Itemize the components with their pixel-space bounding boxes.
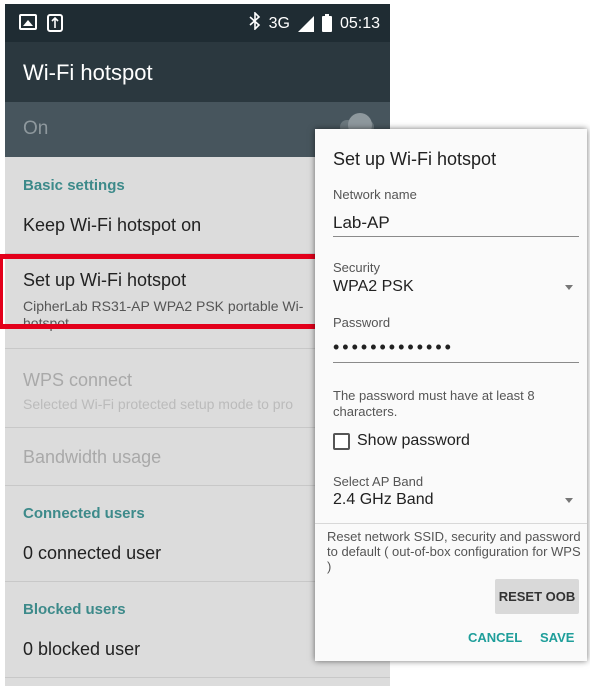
ap-band-select[interactable]: 2.4 GHz Band: [333, 491, 434, 509]
network-name-field[interactable]: Lab-AP: [333, 213, 390, 233]
save-button[interactable]: SAVE: [540, 630, 574, 645]
app-bar: Wi-Fi hotspot: [5, 42, 390, 102]
chevron-down-icon[interactable]: [565, 498, 573, 503]
highlight-box: [0, 254, 322, 329]
section-header-basic: Basic settings: [23, 177, 125, 194]
section-header-connected: Connected users: [23, 505, 145, 522]
connected-users-item[interactable]: 0 connected user: [23, 543, 161, 564]
blocked-users-item[interactable]: 0 blocked user: [23, 639, 140, 660]
show-password-label[interactable]: Show password: [357, 432, 470, 450]
wps-connect-subtitle: Selected Wi-Fi protected setup mode to p…: [23, 396, 294, 412]
dialog-title: Set up Wi-Fi hotspot: [333, 149, 497, 169]
divider: [5, 677, 390, 678]
section-header-blocked: Blocked users: [23, 601, 126, 618]
bandwidth-usage-item: Bandwidth usage: [23, 447, 162, 467]
network-name-label: Network name: [333, 187, 417, 202]
reset-oob-button[interactable]: RESET OOB: [495, 579, 579, 614]
network-name-underline: [333, 236, 579, 237]
wps-connect-title: WPS connect: [23, 370, 133, 390]
chevron-down-icon[interactable]: [565, 285, 573, 290]
security-select[interactable]: WPA2 PSK: [333, 278, 414, 296]
reset-note: Reset network SSID, security and passwor…: [327, 529, 581, 574]
password-underline: [333, 362, 579, 363]
keep-hotspot-on-item[interactable]: Keep Wi-Fi hotspot on: [23, 215, 201, 236]
image-icon: [19, 14, 37, 30]
setup-hotspot-dialog: Set up Wi-Fi hotspot Network name Lab-AP…: [315, 129, 587, 661]
cancel-button[interactable]: CANCEL: [468, 630, 522, 645]
dialog-divider: [315, 523, 587, 524]
network-type: 3G: [268, 14, 290, 32]
usb-icon: [47, 14, 63, 36]
master-switch-label: On: [23, 118, 49, 139]
security-label: Security: [333, 260, 380, 275]
password-hint: The password must have at least 8 charac…: [333, 388, 535, 419]
signal-icon: [297, 15, 314, 32]
password-field[interactable]: •••••••••••••: [333, 337, 454, 358]
page-title: Wi-Fi hotspot: [23, 60, 153, 85]
clock: 05:13: [339, 14, 380, 32]
status-bar: 3G 05:13: [5, 4, 390, 42]
show-password-checkbox[interactable]: [333, 433, 350, 450]
battery-icon: [321, 13, 332, 32]
bluetooth-icon: [249, 11, 261, 35]
password-label: Password: [333, 315, 391, 330]
ap-band-label: Select AP Band: [333, 474, 424, 489]
